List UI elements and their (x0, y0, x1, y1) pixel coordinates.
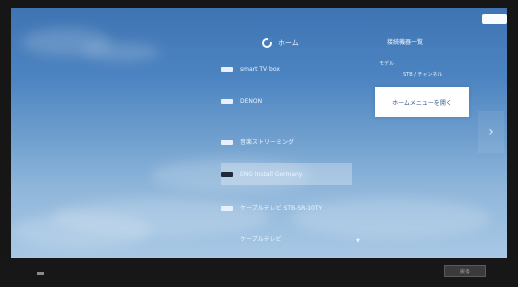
cloud (11, 213, 151, 249)
next-page-chevron[interactable]: › (478, 111, 504, 153)
menu-item-smart-tv-box[interactable]: smart TV box (221, 58, 352, 80)
menu-item-cable-tv[interactable]: ケーブルテレビ (221, 228, 352, 250)
menu-item-music-streaming[interactable]: 音楽ストリーミング (221, 131, 352, 153)
menu-item-cable-tv-stb[interactable]: ケーブルテレビ STB-SR-10TY (221, 197, 352, 219)
more-icon: ▼ (356, 238, 360, 244)
home-icon (262, 38, 272, 48)
cloud (81, 43, 161, 61)
menu-item-denon[interactable]: DENON (221, 90, 352, 112)
panel-subtitle: モデル (379, 61, 395, 67)
menu-item-label: smart TV box (240, 65, 280, 73)
device-icon (221, 236, 233, 243)
menu-header: ホーム (262, 35, 299, 51)
menu-title: ホーム (278, 39, 299, 47)
menu-item-label: ケーブルテレビ (240, 235, 282, 243)
bottom-indicator (37, 272, 44, 275)
menu-item-label: DENON (240, 97, 263, 105)
device-icon (221, 139, 233, 146)
bottom-bar (0, 258, 518, 287)
menu-item-label: 音楽ストリーミング (240, 138, 295, 146)
open-home-menu-button[interactable]: ホームメニューを開く (375, 87, 469, 117)
menu-item-label: ENG Install Germany (240, 170, 303, 178)
back-button[interactable]: 戻る (444, 265, 486, 277)
device-icon (221, 205, 233, 212)
menu-item-label: ケーブルテレビ STB-SR-10TY (240, 204, 323, 212)
menu-item-eng-install-germany[interactable]: ENG Install Germany (221, 163, 352, 185)
top-pill (482, 14, 507, 24)
screen: ホーム smart TV box DENON 音楽ストリーミング ENG Ins… (0, 0, 518, 287)
panel-title: 接続機器一覧 (387, 39, 424, 46)
device-icon (221, 66, 233, 73)
device-icon (221, 98, 233, 105)
device-icon (221, 171, 233, 178)
panel-value: STB / チャンネル (403, 72, 443, 78)
